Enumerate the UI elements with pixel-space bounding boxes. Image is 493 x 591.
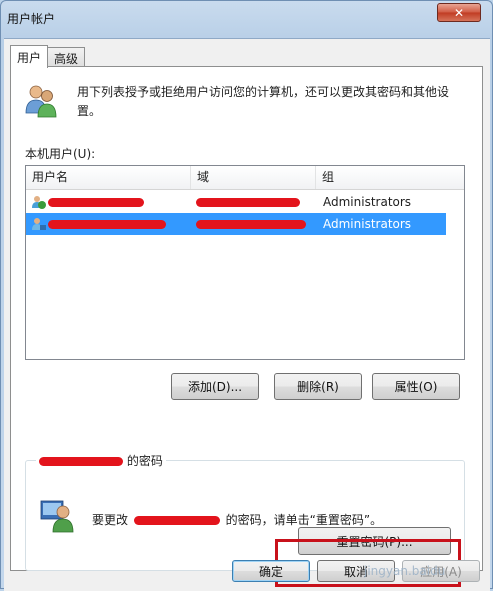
password-text-prefix: 要更改 [92,513,129,527]
dialog-client-area: 用户 高级 用下列表授予或拒绝用户访问您的计算机，还可以更改其密码和其他设置。 … [4,38,490,591]
user-row-selected[interactable]: Administrators [26,213,446,235]
window-title: 用户帐户 [7,12,56,26]
tab-advanced[interactable]: 高级 [47,47,86,68]
column-domain[interactable]: 域 [191,166,316,189]
user-icon [32,196,46,209]
local-users-label: 本机用户(U): [25,147,96,161]
users-icon [25,85,57,118]
listview-header: 用户名 域 组 [26,166,464,190]
intro-text: 用下列表授予或拒绝用户访问您的计算机，还可以更改其密码和其他设置。 [77,85,450,118]
properties-button[interactable]: 属性(O) [372,373,460,400]
password-title-suffix: 的密码 [126,454,163,468]
tab-users[interactable]: 用户 [10,45,49,68]
redacted-domain [196,220,306,229]
password-text-suffix: 的密码，请单击“重置密码”。 [225,513,383,527]
close-icon: ✕ [453,5,465,20]
ok-button[interactable]: 确定 [232,560,310,582]
title-bar: 用户帐户 ✕ [1,1,492,31]
tab-strip: 用户 高级 [10,45,86,68]
user-group: Administrators [323,195,412,209]
redacted-username [39,457,123,466]
add-user-button[interactable]: 添加(D)... [171,373,259,400]
user-password-icon [40,500,74,533]
password-group-title: 的密码 [36,452,166,469]
user-accounts-window: 用户帐户 ✕ 用户 高级 用下列表授予或拒绝用户访问您的计算机，还可以更改其密码… [0,0,493,591]
users-tab-panel: 用下列表授予或拒绝用户访问您的计算机，还可以更改其密码和其他设置。 本机用户(U… [10,66,483,587]
redacted-username [133,516,220,525]
column-group[interactable]: 组 [316,166,464,189]
password-instruction: 要更改 的密码，请单击“重置密码”。 [92,511,382,528]
redacted-domain [196,198,300,207]
user-row[interactable]: Administrators [26,191,446,213]
watermark: jingyan.baidu [364,564,446,578]
column-username[interactable]: 用户名 [26,166,191,189]
users-listview[interactable]: 用户名 域 组 Administrators Administrators [25,165,465,360]
redacted-username [48,198,144,207]
close-button[interactable]: ✕ [437,3,481,22]
user-icon [32,218,46,230]
redacted-username [48,220,166,229]
user-group: Administrators [323,217,412,231]
delete-user-button[interactable]: 删除(R) [274,373,362,400]
